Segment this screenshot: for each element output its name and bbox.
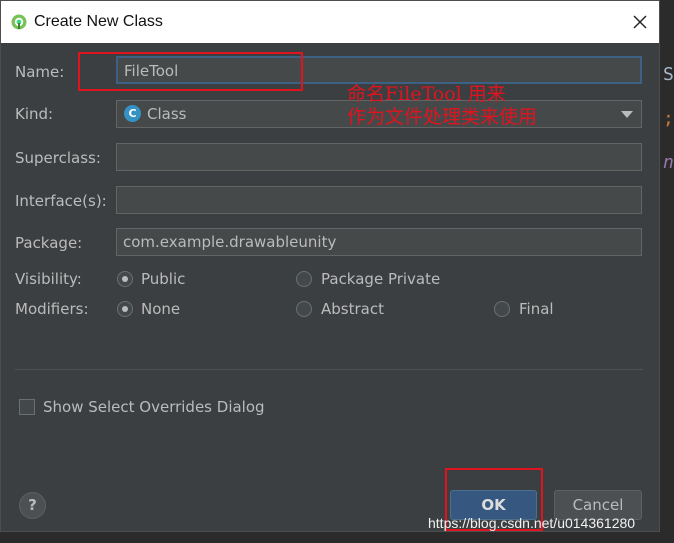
close-icon[interactable] [627,9,653,35]
editor-fragment: S [663,64,674,85]
annotation-text-line2: 作为文件处理类来使用 [347,106,538,128]
modifier-none-radio[interactable] [117,301,133,317]
editor-fragment: ; [663,108,674,129]
dialog-title: Create New Class [34,13,163,30]
interfaces-input[interactable] [116,186,642,214]
name-input[interactable]: FileTool [116,56,642,84]
modifier-abstract-label[interactable]: Abstract [321,300,384,318]
show-overrides-checkbox[interactable] [19,399,35,415]
visibility-package-private-label[interactable]: Package Private [321,270,440,288]
chevron-down-icon [621,111,633,118]
visibility-label: Visibility: [15,270,82,288]
package-label: Package: [15,234,83,252]
watermark: https://blog.csdn.net/u014361280 [428,515,636,531]
modifier-abstract-radio[interactable] [296,301,312,317]
create-new-class-dialog: Create New Class Name: FileTool Kind: C … [0,0,660,532]
kind-label: Kind: [15,105,54,123]
modifier-none-label[interactable]: None [141,300,180,318]
package-input[interactable]: com.example.drawableunity [116,228,642,256]
visibility-package-private-radio[interactable] [296,271,312,287]
visibility-public-label[interactable]: Public [141,270,185,288]
show-overrides-label[interactable]: Show Select Overrides Dialog [43,398,265,416]
superclass-label: Superclass: [15,149,101,167]
class-icon: C [124,105,141,122]
name-label: Name: [15,63,65,81]
modifier-final-radio[interactable] [494,301,510,317]
separator [15,369,643,370]
annotation-text-line1: 命名FileTool 用来 [347,83,506,105]
background-editor: S ; na [660,0,674,543]
help-button[interactable]: ? [19,492,46,519]
modifiers-label: Modifiers: [15,300,89,318]
kind-value: Class [147,105,187,123]
android-studio-icon [11,14,27,30]
interfaces-label: Interface(s): [15,192,107,210]
modifier-final-label[interactable]: Final [519,300,554,318]
editor-fragment: na [663,152,674,173]
title-bar[interactable]: Create New Class [1,1,659,43]
visibility-public-radio[interactable] [117,271,133,287]
superclass-input[interactable] [116,143,642,171]
